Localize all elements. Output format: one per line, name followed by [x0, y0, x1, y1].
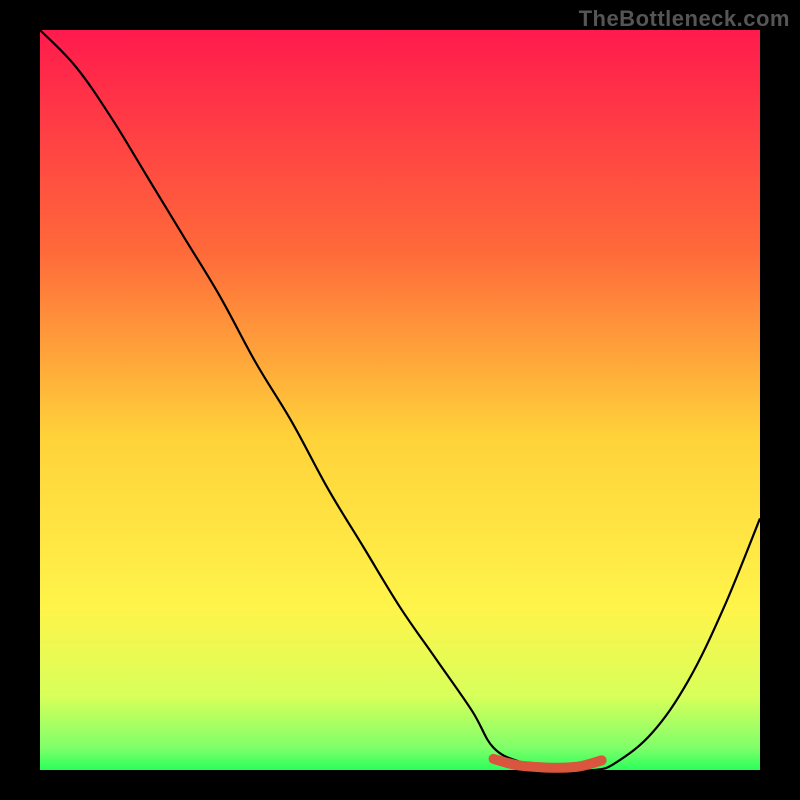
watermark-text: TheBottleneck.com — [579, 6, 790, 32]
chart-svg — [0, 0, 800, 800]
plot-background — [40, 30, 760, 770]
chart-container: TheBottleneck.com — [0, 0, 800, 800]
